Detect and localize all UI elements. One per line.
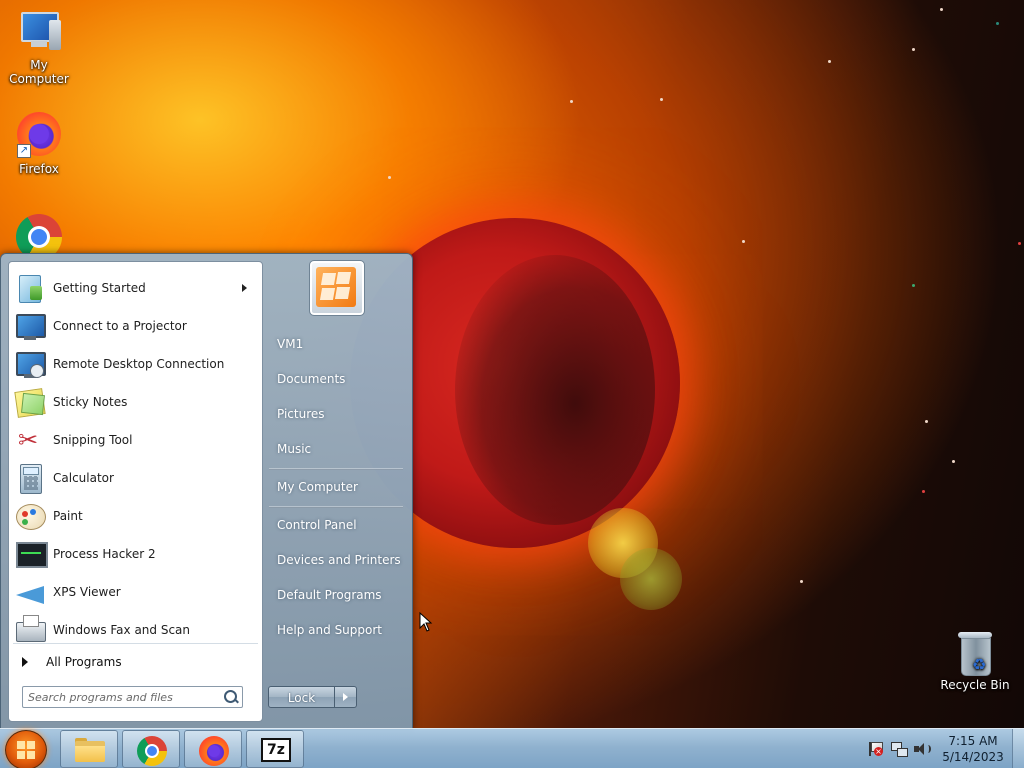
show-desktop-button[interactable] bbox=[1012, 729, 1024, 768]
wallpaper-star bbox=[940, 8, 943, 11]
desktop-icon-label: Firefox bbox=[19, 162, 59, 176]
submenu-arrow-icon bbox=[242, 284, 247, 292]
wallpaper-star bbox=[912, 48, 915, 51]
desktop-icon-my-computer[interactable]: My Computer bbox=[0, 8, 78, 86]
all-programs-button[interactable]: All Programs bbox=[17, 651, 257, 673]
wallpaper-star bbox=[925, 420, 928, 423]
desktop-icon-label: Recycle Bin bbox=[940, 678, 1010, 692]
chevron-right-icon bbox=[343, 693, 348, 701]
windows-start-orb-icon bbox=[17, 741, 35, 759]
program-label: Calculator bbox=[53, 471, 114, 485]
start-link-pictures[interactable]: Pictures bbox=[269, 399, 403, 429]
programs-separator bbox=[13, 643, 258, 644]
clock-date: 5/14/2023 bbox=[942, 750, 1004, 764]
program-label: Connect to a Projector bbox=[53, 319, 187, 333]
wallpaper-star bbox=[388, 176, 391, 179]
wallpaper-star bbox=[742, 240, 745, 243]
start-link-devices-printers[interactable]: Devices and Printers bbox=[269, 545, 403, 575]
start-menu: Getting Started Connect to a Projector R… bbox=[0, 253, 413, 730]
right-pane-separator bbox=[269, 468, 403, 470]
chrome-icon bbox=[137, 736, 167, 766]
user-picture[interactable] bbox=[309, 260, 365, 316]
start-button[interactable] bbox=[5, 730, 47, 768]
program-calculator[interactable]: Calculator bbox=[12, 460, 259, 496]
program-getting-started[interactable]: Getting Started bbox=[12, 270, 259, 306]
wallpaper-star bbox=[660, 98, 663, 101]
wallpaper-star bbox=[828, 60, 831, 63]
program-label: Remote Desktop Connection bbox=[53, 357, 225, 371]
taskbar-file-explorer[interactable] bbox=[60, 730, 118, 768]
program-paint[interactable]: Paint bbox=[12, 498, 259, 534]
computer-icon bbox=[15, 8, 63, 56]
lock-button[interactable]: Lock bbox=[268, 686, 335, 708]
paint-icon bbox=[14, 500, 46, 532]
all-programs-label: All Programs bbox=[46, 655, 122, 669]
firefox-icon: ↗ bbox=[15, 112, 63, 160]
desktop-icon-recycle-bin[interactable]: ♻ Recycle Bin bbox=[936, 632, 1014, 692]
wallpaper-star bbox=[1018, 242, 1021, 245]
program-label: XPS Viewer bbox=[53, 585, 121, 599]
snipping-tool-icon: ✂ bbox=[18, 426, 39, 454]
xps-viewer-icon bbox=[14, 576, 46, 608]
program-label: Windows Fax and Scan bbox=[53, 623, 191, 637]
search-box[interactable] bbox=[22, 686, 243, 708]
program-process-hacker[interactable]: Process Hacker 2 bbox=[12, 536, 259, 572]
program-label: Snipping Tool bbox=[53, 433, 133, 447]
action-center-flag-icon[interactable]: × bbox=[867, 741, 883, 757]
program-remote-desktop[interactable]: Remote Desktop Connection bbox=[12, 346, 259, 382]
process-hacker-icon bbox=[14, 538, 48, 570]
taskbar-chrome[interactable] bbox=[122, 730, 180, 768]
clock-time: 7:15 AM bbox=[948, 734, 998, 748]
wallpaper-star bbox=[800, 580, 803, 583]
start-link-user[interactable]: VM1 bbox=[269, 329, 403, 359]
file-explorer-icon bbox=[75, 738, 105, 762]
firefox-icon bbox=[199, 736, 229, 766]
program-snipping-tool[interactable]: ✂ Snipping Tool bbox=[12, 422, 259, 458]
search-icon[interactable] bbox=[224, 690, 237, 703]
desktop-icon-firefox[interactable]: ↗ Firefox bbox=[0, 112, 78, 176]
program-label: Paint bbox=[53, 509, 83, 523]
wallpaper-star bbox=[996, 22, 999, 25]
clock[interactable]: 7:15 AM 5/14/2023 bbox=[940, 733, 1006, 765]
wallpaper-star bbox=[952, 460, 955, 463]
start-link-my-computer[interactable]: My Computer bbox=[269, 472, 403, 502]
program-connect-projector[interactable]: Connect to a Projector bbox=[12, 308, 259, 344]
program-xps-viewer[interactable]: XPS Viewer bbox=[12, 574, 259, 610]
search-input[interactable] bbox=[28, 688, 218, 706]
sticky-notes-icon bbox=[14, 386, 46, 418]
power-options-button[interactable] bbox=[335, 686, 357, 708]
getting-started-icon bbox=[14, 272, 46, 304]
7zip-icon: 7z bbox=[261, 738, 291, 762]
start-link-default-programs[interactable]: Default Programs bbox=[269, 580, 403, 610]
volume-icon[interactable] bbox=[914, 741, 931, 757]
start-link-music[interactable]: Music bbox=[269, 434, 403, 464]
taskbar: 7z × 7:15 AM 5/14/2023 bbox=[0, 728, 1024, 768]
desktop-icon-label: My Computer bbox=[9, 58, 69, 86]
taskbar-firefox[interactable] bbox=[184, 730, 242, 768]
program-sticky-notes[interactable]: Sticky Notes bbox=[12, 384, 259, 420]
program-label: Sticky Notes bbox=[53, 395, 128, 409]
expand-arrow-icon bbox=[22, 657, 28, 667]
shortcut-arrow-icon: ↗ bbox=[17, 144, 31, 158]
fax-scan-icon bbox=[14, 614, 46, 646]
program-label: Getting Started bbox=[53, 281, 146, 295]
projector-icon bbox=[14, 310, 46, 342]
wallpaper-lens-flare-2 bbox=[620, 548, 682, 610]
start-menu-programs-pane: Getting Started Connect to a Projector R… bbox=[8, 261, 263, 722]
recycle-bin-icon: ♻ bbox=[951, 632, 999, 676]
start-link-control-panel[interactable]: Control Panel bbox=[269, 510, 403, 540]
start-link-help-support[interactable]: Help and Support bbox=[269, 615, 403, 645]
calculator-icon bbox=[14, 462, 46, 494]
start-link-documents[interactable]: Documents bbox=[269, 364, 403, 394]
right-pane-separator bbox=[269, 506, 403, 508]
user-picture-icon bbox=[316, 267, 356, 307]
program-label: Process Hacker 2 bbox=[53, 547, 156, 561]
wallpaper-star bbox=[912, 284, 915, 287]
taskbar-7zip[interactable]: 7z bbox=[246, 730, 304, 768]
wallpaper-planet-shadow bbox=[455, 255, 655, 525]
network-icon[interactable] bbox=[891, 741, 908, 757]
remote-desktop-icon bbox=[14, 348, 46, 380]
wallpaper-star bbox=[570, 100, 573, 103]
wallpaper-star bbox=[922, 490, 925, 493]
